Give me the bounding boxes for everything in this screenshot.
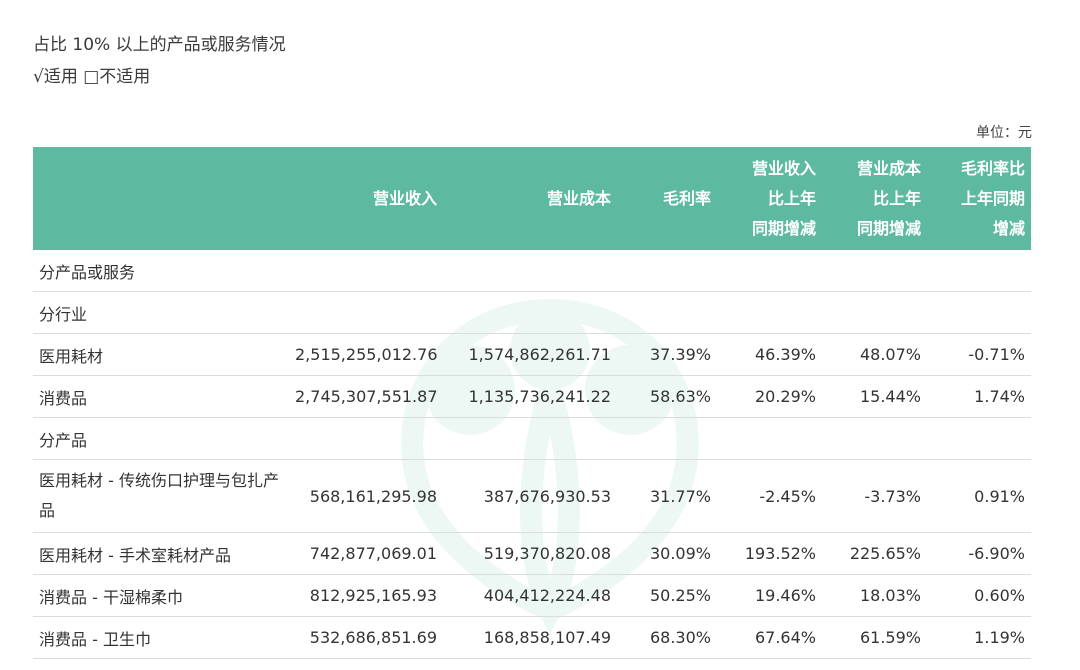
column-header-line: 营业收入 <box>372 188 437 208</box>
table-cell <box>822 417 927 460</box>
table-cell: 193.52% <box>717 532 822 575</box>
row-label: 消费品 - 干湿棉柔巾 <box>33 574 289 617</box>
column-header-line: 营业成本 <box>546 188 611 208</box>
table-row: 分产品或服务 <box>33 250 1031 292</box>
table-cell: 0.91% <box>927 459 1031 533</box>
column-header-line: 比上年 <box>767 188 816 208</box>
row-label: 消费品 <box>33 375 289 418</box>
table-row: 分产品 <box>33 417 1031 460</box>
column-header-line: 上年同期 <box>960 188 1025 208</box>
column-header-line: 增减 <box>992 218 1025 238</box>
table-cell <box>443 291 617 334</box>
table-cell <box>927 417 1031 460</box>
table-cell: 1,135,736,241.22 <box>443 375 617 418</box>
row-label: 分产品或服务 <box>33 250 289 292</box>
table-cell <box>927 250 1031 292</box>
table-cell: 519,370,820.08 <box>443 532 617 575</box>
table-cell <box>822 291 927 334</box>
table-cell: 37.39% <box>617 333 717 376</box>
table-cell <box>717 250 822 292</box>
table-cell: 225.65% <box>822 532 927 575</box>
table-cell: -6.90% <box>927 532 1031 575</box>
table-cell: 812,925,165.93 <box>289 574 443 617</box>
table-cell: -2.45% <box>717 459 822 533</box>
table-cell <box>289 417 443 460</box>
table-cell: 1.74% <box>927 375 1031 418</box>
table-cell: 68.30% <box>617 616 717 659</box>
column-header-line: 同期增减 <box>751 218 816 238</box>
table-cell: 31.77% <box>617 459 717 533</box>
table-cell: 1.19% <box>927 616 1031 659</box>
table-header-row: 营业收入 营业成本 毛利率 营业收入 比上年 同期增减 营业成本 比上年 同期增减 毛利率比 上年同… <box>33 147 1031 250</box>
table-cell: 168,858,107.49 <box>443 616 617 659</box>
row-label: 医用耗材 - 手术室耗材产品 <box>33 532 289 575</box>
column-header-line: 营业成本 <box>856 158 921 178</box>
table-cell: 48.07% <box>822 333 927 376</box>
table-cell <box>717 291 822 334</box>
column-header-line: 比上年 <box>872 188 921 208</box>
table-cell: 1,574,862,261.71 <box>443 333 617 376</box>
row-label: 医用耗材 <box>33 333 289 376</box>
table-row: 消费品 2,745,307,551.87 1,135,736,241.22 58.63… <box>33 375 1031 418</box>
table-cell: 742,877,069.01 <box>289 532 443 575</box>
table-cell <box>617 417 717 460</box>
table-cell: 46.39% <box>717 333 822 376</box>
table-cell <box>443 250 617 292</box>
column-header-6: 毛利率比上年同期增减 <box>927 147 1031 250</box>
table-cell: -3.73% <box>822 459 927 533</box>
table-cell <box>289 291 443 334</box>
table-cell <box>717 417 822 460</box>
table-cell: -0.71% <box>927 333 1031 376</box>
table-cell: 30.09% <box>617 532 717 575</box>
section-title: 占比 10% 以上的产品或服务情况 <box>33 35 286 55</box>
table-cell: 67.64% <box>717 616 822 659</box>
product-service-table: 营业收入 营业成本 毛利率 营业收入 比上年 同期增减 营业成本 比上年 同期增减 毛利率比 上年同… <box>33 147 1031 659</box>
table-cell: 18.03% <box>822 574 927 617</box>
column-header-2: 营业成本 <box>443 147 617 250</box>
column-header-5: 营业成本比上年同期增减 <box>822 147 927 250</box>
table-cell: 2,745,307,551.87 <box>289 375 443 418</box>
table-cell: 58.63% <box>617 375 717 418</box>
table-row: 分行业 <box>33 291 1031 334</box>
table-cell <box>927 291 1031 334</box>
applicability-options: √适用 □不适用 <box>33 67 151 87</box>
table-row: 医用耗材 2,515,255,012.76 1,574,862,261.71 37.3… <box>33 333 1031 376</box>
table-cell: 61.59% <box>822 616 927 659</box>
table-row: 消费品 - 干湿棉柔巾 812,925,165.93 404,412,224.48 5… <box>33 574 1031 617</box>
row-label: 消费品 - 卫生巾 <box>33 616 289 659</box>
table-cell <box>289 250 443 292</box>
table-row: 消费品 - 卫生巾 532,686,851.69 168,858,107.49 68.… <box>33 616 1031 659</box>
column-header-1: 营业收入 <box>289 147 443 250</box>
table-cell <box>617 250 717 292</box>
table-row: 医用耗材 - 手术室耗材产品 742,877,069.01 519,370,820.… <box>33 532 1031 575</box>
table-cell <box>617 291 717 334</box>
table-cell: 387,676,930.53 <box>443 459 617 533</box>
column-header-line: 同期增减 <box>856 218 921 238</box>
table-cell: 532,686,851.69 <box>289 616 443 659</box>
column-header-4: 营业收入比上年同期增减 <box>717 147 822 250</box>
table-cell: 0.60% <box>927 574 1031 617</box>
column-header-0 <box>33 147 289 250</box>
table-cell: 568,161,295.98 <box>289 459 443 533</box>
table-cell: 2,515,255,012.76 <box>289 333 443 376</box>
table-cell: 20.29% <box>717 375 822 418</box>
table-row: 医用耗材 - 传统伤口护理与包扎产品 568,161,295.98 387,676,… <box>33 459 1031 533</box>
table-cell: 15.44% <box>822 375 927 418</box>
table-cell: 404,412,224.48 <box>443 574 617 617</box>
column-header-line: 毛利率比 <box>960 158 1025 178</box>
column-header-3: 毛利率 <box>617 147 717 250</box>
table-cell <box>443 417 617 460</box>
row-label: 分行业 <box>33 291 289 334</box>
row-label: 分产品 <box>33 417 289 460</box>
table-cell: 50.25% <box>617 574 717 617</box>
row-label: 医用耗材 - 传统伤口护理与包扎产品 <box>33 459 289 533</box>
unit-label: 单位：元 <box>976 125 1032 141</box>
column-header-line: 毛利率 <box>662 188 711 208</box>
table-cell <box>822 250 927 292</box>
table-cell: 19.46% <box>717 574 822 617</box>
column-header-line: 营业收入 <box>751 158 816 178</box>
